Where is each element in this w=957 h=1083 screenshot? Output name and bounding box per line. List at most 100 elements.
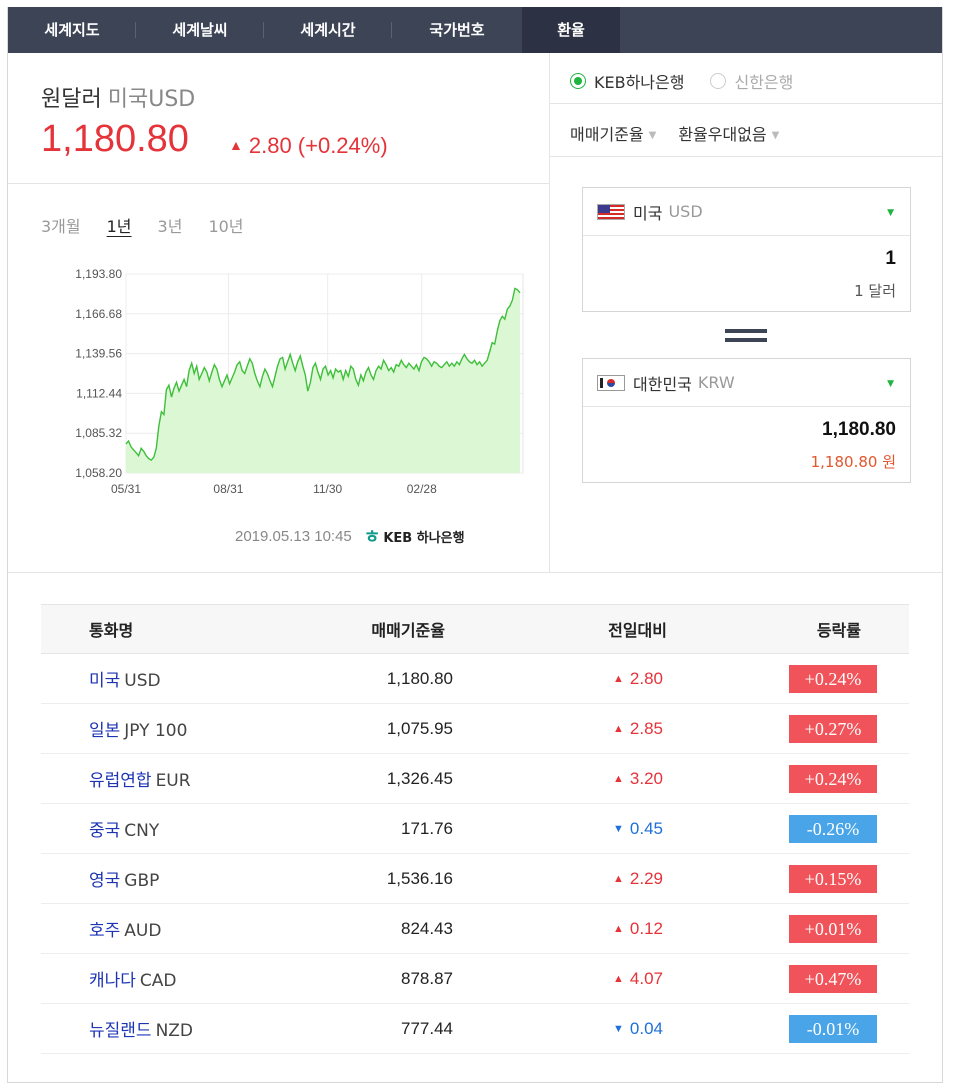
bank-selector: KEB하나은행 신한은행: [570, 69, 793, 93]
currency-name-link[interactable]: 미국 USD: [89, 671, 161, 691]
keb-hana-logo: ㅎ KEB 하나은행: [364, 523, 465, 549]
base-rate-cell: 824.43: [401, 918, 453, 938]
exchange-rate-widget: 세계지도 세계날씨 세계시간 국가번호 환율 원달러 미국USD 1,180.80…: [7, 7, 943, 1083]
currency-code: EUR: [155, 771, 191, 791]
tab-world-weather[interactable]: 세계날씨: [136, 7, 264, 53]
currency-title-sub: 미국USD: [107, 87, 196, 112]
tab-world-time[interactable]: 세계시간: [264, 7, 392, 53]
base-rate-cell: 1,536.16: [386, 868, 453, 888]
daily-change-cell: ▲ 0.12: [453, 919, 669, 939]
x-tick-label: 02/28: [407, 482, 437, 496]
currency-name: 중국: [89, 821, 121, 841]
daily-change-value: 2.29: [629, 868, 663, 888]
current-rate: 1,180.80: [41, 118, 189, 160]
change-rate-badge: +0.24%: [789, 664, 877, 693]
rate-type-label: 매매기준율: [570, 125, 644, 144]
bank-radio-shinhan[interactable]: 신한은행: [710, 69, 793, 93]
preferential-rate-dropdown[interactable]: 환율우대없음 ▼: [678, 121, 779, 145]
divider: [8, 183, 549, 184]
period-3-months[interactable]: 3개월: [41, 213, 81, 237]
daily-change-cell: ▲ 2.29: [453, 869, 669, 889]
divider: [550, 156, 942, 157]
currency-name: 미국: [89, 671, 121, 691]
currency-code: CAD: [139, 971, 177, 991]
currency-name-link[interactable]: 일본 JPY 100: [89, 721, 187, 741]
to-code: KRW: [697, 373, 735, 392]
rate-type-dropdown[interactable]: 매매기준율 ▼: [570, 121, 656, 145]
table-row[interactable]: 뉴질랜드 NZD 777.44 ▼ 0.04 -0.01%: [41, 1004, 909, 1054]
currency-name: 호주: [89, 921, 121, 941]
up-triangle-icon: ▲: [613, 672, 624, 685]
up-triangle-icon: ▲: [613, 872, 624, 885]
from-amount-input[interactable]: 1: [583, 248, 910, 270]
currency-name-link[interactable]: 뉴질랜드 NZD: [89, 1021, 193, 1041]
dropdown-arrow-icon: ▼: [887, 208, 894, 218]
keb-hana-logo-text: KEB 하나은행: [383, 530, 465, 546]
daily-change-value: 0.45: [629, 818, 663, 838]
y-tick-label: 1,112.44: [76, 386, 122, 400]
from-code: USD: [668, 202, 703, 221]
currency-name-cell: 영국 GBP: [41, 866, 271, 891]
table-row[interactable]: 캐나다 CAD 878.87 ▲ 4.07 +0.47%: [41, 954, 909, 1004]
currency-name-cell: 캐나다 CAD: [41, 966, 271, 991]
change-rate-cell: +0.15%: [669, 864, 909, 893]
radio-unselected-icon[interactable]: [710, 73, 727, 89]
to-country: 대한민국: [633, 374, 692, 394]
to-amount-text: 1,180.80 원: [810, 453, 896, 471]
change-rate-badge: +0.47%: [789, 964, 877, 993]
radio-selected-icon[interactable]: [570, 73, 586, 89]
table-row[interactable]: 일본 JPY 100 1,075.95 ▲ 2.85 +0.27%: [41, 704, 909, 754]
exchange-rate-table: 통화명 매매기준율 전일대비 등락률 미국 USD 1,180.80 ▲ 2.80 +0.…: [41, 604, 909, 1054]
tab-country-code[interactable]: 국가번호: [392, 7, 522, 53]
preferential-rate-label: 환율우대없음: [678, 125, 767, 144]
up-triangle-icon: ▲: [229, 137, 243, 153]
base-rate-cell: 1,180.80: [386, 668, 453, 688]
table-row[interactable]: 미국 USD 1,180.80 ▲ 2.80 +0.24%: [41, 654, 909, 704]
currency-name-link[interactable]: 캐나다 CAD: [89, 971, 177, 991]
change-rate-cell: +0.24%: [669, 764, 909, 793]
table-row[interactable]: 중국 CNY 171.76 ▼ 0.45 -0.26%: [41, 804, 909, 854]
currency-name-link[interactable]: 호주 AUD: [89, 921, 161, 941]
bank-radio-keb-hana[interactable]: KEB하나은행: [570, 69, 684, 93]
daily-change-cell: ▲ 3.20: [453, 769, 669, 789]
daily-change-value: 4.07: [629, 968, 663, 988]
currency-name-link[interactable]: 중국 CNY: [89, 821, 159, 841]
table-body: 미국 USD 1,180.80 ▲ 2.80 +0.24% 일본 JPY 100 1,075.9…: [41, 654, 909, 1054]
chart-timestamp: 2019.05.13 10:45: [235, 527, 352, 545]
down-triangle-icon: ▼: [613, 822, 624, 835]
currency-name-cell: 호주 AUD: [41, 916, 271, 941]
currency-name-link[interactable]: 영국 GBP: [89, 871, 159, 891]
to-amount-input[interactable]: 1,180.80: [583, 419, 910, 441]
base-rate-cell: 1,326.45: [386, 768, 453, 788]
keb-hana-mark-icon: ㅎ: [363, 527, 381, 548]
period-10-years[interactable]: 10년: [208, 213, 243, 237]
period-1-year[interactable]: 1년: [107, 213, 132, 237]
tab-exchange-rate[interactable]: 환율: [522, 7, 620, 53]
from-country: 미국: [633, 203, 663, 223]
table-row[interactable]: 호주 AUD 824.43 ▲ 0.12 +0.01%: [41, 904, 909, 954]
table-row[interactable]: 유럽연합 EUR 1,326.45 ▲ 3.20 +0.24%: [41, 754, 909, 804]
y-tick-label: 1,058.20: [75, 466, 122, 480]
currency-code: CNY: [124, 821, 160, 841]
converter-to: 대한민국 KRW ▼ 1,180.80 1,180.80 원: [582, 358, 911, 483]
from-amount-text: 1 달러: [854, 282, 896, 300]
bank-label-shinhan: 신한은행: [734, 73, 794, 92]
tab-world-map[interactable]: 세계지도: [8, 7, 136, 53]
from-currency-select[interactable]: 미국 USD ▼: [583, 188, 910, 236]
change-rate-badge: +0.27%: [789, 714, 877, 743]
to-currency-select[interactable]: 대한민국 KRW ▼: [583, 359, 910, 407]
table-row[interactable]: 영국 GBP 1,536.16 ▲ 2.29 +0.15%: [41, 854, 909, 904]
y-tick-label: 1,166.68: [75, 307, 122, 321]
period-3-years[interactable]: 3년: [158, 213, 183, 237]
change-rate-cell: +0.01%: [669, 914, 909, 943]
caret-down-icon: ▼: [648, 130, 657, 141]
daily-change-value: 3.20: [629, 768, 663, 788]
change-rate-cell: +0.47%: [669, 964, 909, 993]
currency-name-link[interactable]: 유럽연합 EUR: [89, 771, 191, 791]
currency-name: 유럽연합: [89, 771, 152, 791]
daily-change-cell: ▲ 2.85: [453, 719, 669, 739]
rate-change: ▲ 2.80 (+0.24%): [229, 133, 388, 159]
converter-from: 미국 USD ▼ 1 1 달러: [582, 187, 911, 312]
x-tick-label: 05/31: [111, 482, 141, 496]
rate-chart[interactable]: 1,193.80 1,166.68 1,139.56 1,112.44 1,085.32…: [8, 252, 549, 502]
